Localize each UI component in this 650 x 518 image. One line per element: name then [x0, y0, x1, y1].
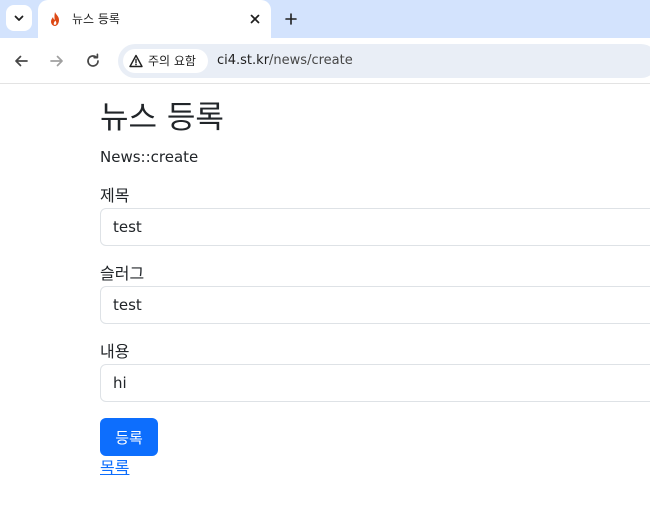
- arrow-left-icon: [15, 55, 28, 67]
- list-link[interactable]: 목록: [100, 458, 129, 478]
- browser-toolbar: 주의 요함 ci4.st.kr/news/create: [0, 38, 650, 84]
- tab-title: 뉴스 등록: [72, 12, 120, 26]
- url-host: ci4.st.kr: [217, 53, 270, 68]
- browser-tab[interactable]: 뉴스 등록: [38, 0, 271, 38]
- forward-button[interactable]: [46, 50, 68, 72]
- tab-search-button[interactable]: [6, 5, 32, 31]
- plus-icon: [285, 13, 297, 25]
- body-input[interactable]: [100, 364, 650, 402]
- tab-strip: 뉴스 등록: [0, 0, 650, 38]
- chevron-down-icon: [14, 15, 24, 21]
- address-bar[interactable]: 주의 요함 ci4.st.kr/news/create: [118, 44, 650, 78]
- title-input[interactable]: [100, 208, 650, 246]
- slug-input[interactable]: [100, 286, 650, 324]
- body-field-label: 내용: [100, 342, 130, 361]
- security-chip-label: 주의 요함: [148, 54, 196, 68]
- tab-close-button[interactable]: [246, 10, 264, 28]
- url-path: /news/create: [269, 53, 353, 68]
- url-text: ci4.st.kr/news/create: [217, 52, 353, 69]
- close-icon: [250, 14, 260, 24]
- page-subtitle: News::create: [100, 148, 199, 166]
- new-tab-button[interactable]: [280, 8, 302, 30]
- warning-triangle-icon: [129, 54, 143, 68]
- arrow-right-icon: [50, 55, 63, 67]
- codeigniter-flame-icon: [51, 12, 59, 26]
- slug-field-label: 슬러그: [100, 264, 145, 283]
- security-warning-chip[interactable]: 주의 요함: [123, 49, 208, 73]
- reload-button[interactable]: [82, 50, 104, 72]
- title-field-label: 제목: [100, 186, 130, 205]
- reload-icon: [87, 53, 99, 67]
- back-button[interactable]: [10, 50, 32, 72]
- submit-button[interactable]: 등록: [100, 418, 158, 456]
- page-title: 뉴스 등록: [100, 100, 224, 136]
